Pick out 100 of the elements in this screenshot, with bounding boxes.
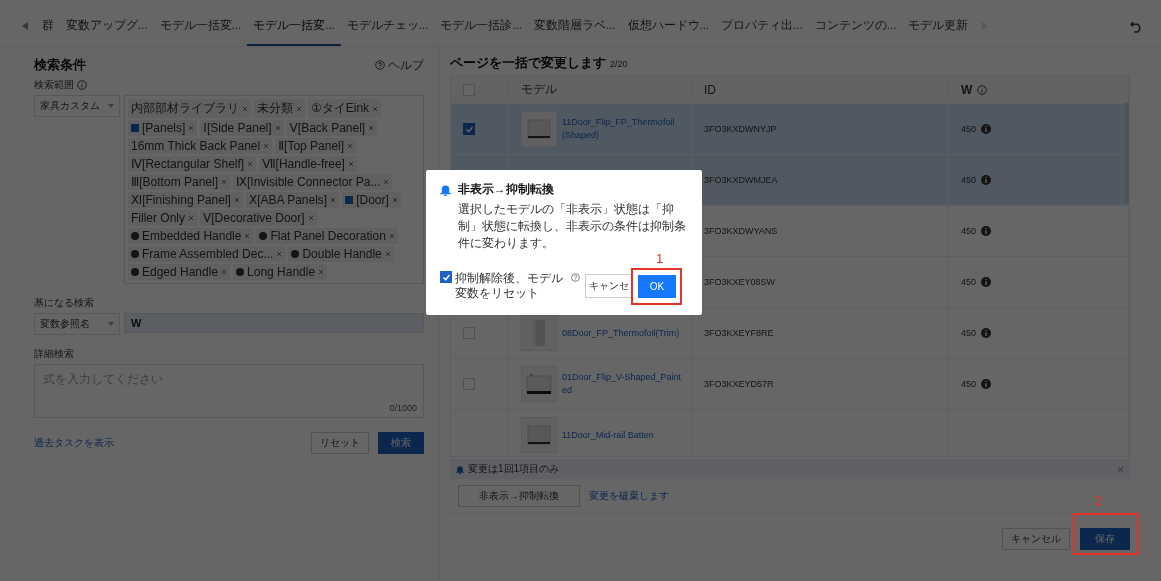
tag[interactable]: Embedded Handle: [128, 228, 254, 244]
scroll-left-icon[interactable]: [22, 22, 28, 30]
model-link[interactable]: 08Door_FP_Thermofoil(Trim): [562, 326, 682, 340]
history-link[interactable]: 過去タスクを表示: [34, 436, 114, 450]
cancel-button[interactable]: キャンセル: [1002, 528, 1070, 550]
tag[interactable]: Frame Assembled Dec...: [128, 246, 286, 262]
tag[interactable]: ①タイEink: [308, 99, 382, 118]
remove-icon[interactable]: [347, 161, 354, 167]
row-checkbox[interactable]: [463, 123, 475, 135]
tag[interactable]: Ⅸ[Invisible Connector Pa...: [233, 174, 393, 190]
page-count: 2/20: [610, 59, 628, 69]
remove-icon[interactable]: [247, 161, 254, 167]
tab[interactable]: モデル更新: [902, 6, 975, 46]
tag[interactable]: Flat Panel Decoration: [256, 228, 398, 244]
panel-title: ページを一括で変更します: [450, 55, 606, 72]
table-row[interactable]: 01Door_Flip_V-Shaped_Painted 3FO3KXEYD57R 450: [451, 359, 1129, 410]
table-cell: 3FO3KXDWNYJP: [704, 124, 777, 134]
model-link[interactable]: 01Door_Flip_V-Shaped_Painted: [562, 371, 682, 397]
remove-icon[interactable]: [347, 143, 354, 149]
tab[interactable]: モデルチェッ...: [340, 6, 435, 46]
ok-button[interactable]: OK: [638, 274, 676, 298]
remove-icon[interactable]: [383, 179, 390, 185]
tab[interactable]: モデル一括変...: [153, 6, 248, 46]
tab[interactable]: 変数階層ラベ...: [527, 6, 622, 46]
table-cell: 450: [961, 277, 977, 287]
tag-input[interactable]: [124, 95, 424, 284]
tag[interactable]: Ⅳ[Rectangular Shelf]: [128, 156, 257, 172]
field-label: 詳細検索: [34, 347, 74, 361]
tag[interactable]: [Panels]: [128, 120, 198, 136]
tab[interactable]: モデル一括変...: [247, 6, 341, 46]
remove-icon[interactable]: [221, 269, 228, 275]
remove-icon[interactable]: [384, 251, 391, 257]
remove-icon[interactable]: [221, 179, 227, 185]
tab[interactable]: 変数アップグ...: [60, 6, 154, 46]
table-cell: 450: [961, 175, 977, 185]
tag[interactable]: 未分類: [254, 99, 305, 118]
remove-icon[interactable]: [368, 125, 375, 131]
search-field[interactable]: W: [124, 313, 424, 333]
remove-icon[interactable]: [276, 251, 283, 257]
table-cell: 3FO3KXDWYANS: [704, 226, 778, 236]
table-cell: 450: [961, 226, 977, 236]
remove-icon[interactable]: [188, 215, 194, 221]
tag[interactable]: Ⅰ[Side Panel]: [200, 120, 284, 136]
caret-icon: [108, 322, 114, 326]
discard-link[interactable]: 変更を破棄します: [589, 489, 669, 503]
model-link[interactable]: 11Door_Flip_FP_Thermofoil(Shaped): [562, 116, 682, 142]
column-header: W: [961, 82, 973, 97]
cancel-button[interactable]: キャンセ: [585, 274, 633, 299]
remove-icon[interactable]: [242, 105, 248, 112]
tag[interactable]: Ⅴ[Decorative Door]: [200, 210, 317, 226]
remove-icon[interactable]: [372, 105, 379, 112]
close-icon[interactable]: [1117, 465, 1124, 473]
remove-icon[interactable]: [330, 197, 337, 203]
annotation-number: 2: [1095, 493, 1103, 508]
tag[interactable]: Long Handle: [233, 264, 328, 280]
tag[interactable]: Ⅱ[Top Panel]: [275, 138, 357, 154]
tab[interactable]: モデル一括診...: [434, 6, 528, 46]
table-cell: 3FO3KXEYD57R: [704, 379, 774, 389]
tag[interactable]: Ⅹ[ABA Panels]: [245, 192, 340, 208]
tab[interactable]: プロパティ出...: [715, 6, 809, 46]
tag[interactable]: Filler Only: [128, 210, 197, 226]
info-icon: [981, 226, 992, 236]
remove-icon[interactable]: [391, 197, 398, 203]
bell-icon: [440, 183, 451, 196]
tag[interactable]: [Door]: [342, 192, 401, 208]
model-link[interactable]: 11Door_Mid-rail Batten: [562, 428, 682, 442]
remove-icon[interactable]: [263, 143, 270, 149]
help-link[interactable]: ヘルプ: [375, 56, 424, 74]
panel-title: 検索条件: [34, 56, 86, 74]
tag[interactable]: Edged Handle: [128, 264, 231, 280]
tab[interactable]: 仮想ハードウ...: [621, 6, 716, 46]
dialog-title: 非表示→抑制転換: [458, 182, 554, 197]
remove-icon[interactable]: [244, 233, 251, 239]
remove-icon[interactable]: [307, 215, 314, 221]
remove-icon[interactable]: [388, 233, 395, 239]
reset-checkbox[interactable]: [440, 271, 452, 284]
tag[interactable]: Ⅲ[Bottom Panel]: [128, 174, 230, 190]
tag[interactable]: Ⅴ[Back Panel]: [286, 120, 378, 136]
search-button[interactable]: 検索: [378, 432, 424, 454]
tag[interactable]: Ⅶ[Handle-free]: [259, 156, 357, 172]
undo-icon[interactable]: [1130, 19, 1143, 33]
info-icon: [981, 328, 992, 338]
tab[interactable]: 群: [36, 6, 60, 46]
save-button[interactable]: 保存: [1080, 528, 1130, 550]
convert-button[interactable]: 非表示→抑制転換: [458, 485, 580, 507]
remove-icon[interactable]: [233, 197, 240, 203]
tag[interactable]: Double Handle: [288, 246, 394, 262]
tag[interactable]: 16mm Thick Back Panel: [128, 138, 273, 154]
field-select[interactable]: 変数参照名: [34, 313, 120, 335]
tag[interactable]: Ⅺ[Finishing Panel]: [128, 192, 243, 208]
remove-icon[interactable]: [188, 125, 195, 131]
remove-icon[interactable]: [318, 269, 325, 275]
notice-text: 変更は1回1項目のみ: [468, 462, 560, 476]
remove-icon[interactable]: [296, 105, 302, 112]
tab[interactable]: コンテンツの...: [808, 6, 903, 46]
remove-icon[interactable]: [274, 125, 281, 131]
annotation-frame: [1073, 513, 1139, 555]
info-icon: [981, 124, 992, 134]
tag[interactable]: 内部部材ライブラリ: [128, 99, 251, 118]
reset-button[interactable]: リセット: [311, 432, 369, 454]
